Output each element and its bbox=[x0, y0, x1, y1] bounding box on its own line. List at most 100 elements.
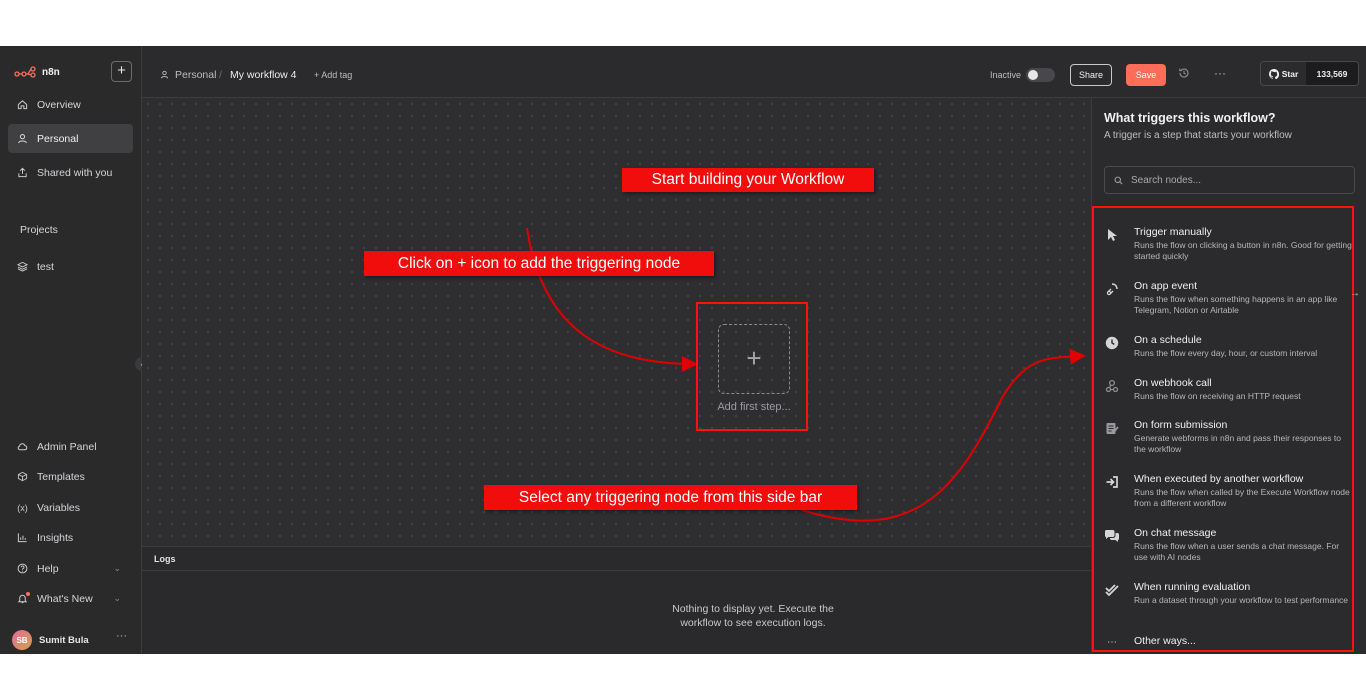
trigger-on-schedule[interactable]: On a schedule Runs the flow every day, h… bbox=[1104, 334, 1356, 364]
workflow-canvas[interactable]: + Add first step... Start building your … bbox=[142, 98, 1091, 586]
sidebar-item-insights[interactable]: Insights bbox=[8, 523, 133, 552]
trigger-title: When executed by another workflow bbox=[1134, 473, 1304, 485]
github-star-widget[interactable]: Star 133,569 bbox=[1260, 61, 1359, 86]
logs-title[interactable]: Logs bbox=[154, 554, 176, 564]
sidebar-item-shared-with-you[interactable]: Shared with you bbox=[8, 158, 133, 187]
user-icon bbox=[160, 70, 169, 81]
logs-divider bbox=[142, 570, 1091, 571]
trigger-other-ways[interactable]: ⋯ Other ways... bbox=[1104, 635, 1356, 651]
add-first-step-label: Add first step... bbox=[717, 401, 791, 413]
workflow-status-label: Inactive bbox=[990, 70, 1022, 80]
app-event-icon bbox=[1104, 282, 1120, 298]
chevron-down-icon: ⌄ bbox=[113, 593, 121, 603]
chart-icon bbox=[17, 532, 28, 543]
chevron-down-icon: ⌄ bbox=[113, 563, 121, 573]
add-tag-button[interactable]: + Add tag bbox=[314, 70, 352, 80]
trigger-executed-by-another-workflow[interactable]: When executed by another workflow Runs t… bbox=[1104, 473, 1356, 513]
sidebar-project-test[interactable]: test bbox=[8, 252, 133, 281]
sidebar-item-label: Overview bbox=[37, 98, 81, 111]
cloud-icon bbox=[17, 441, 28, 452]
clock-icon bbox=[1104, 336, 1120, 352]
search-icon bbox=[1114, 176, 1123, 184]
trigger-description: Runs the flow when something happens in … bbox=[1134, 294, 1338, 315]
trigger-title: On a schedule bbox=[1134, 334, 1202, 346]
share-button[interactable]: Share bbox=[1070, 64, 1112, 86]
check-double-icon bbox=[1104, 583, 1120, 599]
workflow-name[interactable]: My workflow 4 bbox=[230, 69, 297, 81]
sidebar-item-label: Insights bbox=[37, 531, 74, 544]
workflow-header: Personal / My workflow 4 + Add tag Inact… bbox=[142, 46, 1366, 98]
sidebar-item-label: test bbox=[37, 260, 54, 273]
sidebar-item-variables[interactable]: (x) Variables bbox=[8, 493, 133, 522]
trigger-title: Other ways... bbox=[1134, 635, 1196, 647]
sidebar-item-label: Templates bbox=[37, 470, 85, 483]
sidebar-item-label: Help bbox=[37, 562, 59, 575]
help-icon bbox=[17, 563, 28, 574]
trigger-description: Runs the flow every day, hour, or custom… bbox=[1134, 348, 1318, 358]
sidebar-item-label: What's New bbox=[37, 592, 93, 605]
logs-panel: Logs Nothing to display yet. Execute the… bbox=[142, 546, 1091, 654]
add-first-step-button[interactable]: + bbox=[718, 324, 790, 394]
github-icon bbox=[1268, 68, 1279, 79]
user-menu-more-icon[interactable]: ··· bbox=[116, 630, 127, 642]
sidebar-item-admin-panel[interactable]: Admin Panel bbox=[8, 432, 133, 461]
trigger-when-running-evaluation[interactable]: When running evaluation Run a dataset th… bbox=[1104, 581, 1356, 621]
trigger-on-form-submission[interactable]: On form submission Generate webforms in … bbox=[1104, 419, 1356, 459]
projects-heading: Projects bbox=[20, 224, 58, 236]
trigger-description: Runs the flow on clicking a button in n8… bbox=[1134, 240, 1352, 261]
trigger-description: Runs the flow when called by the Execute… bbox=[1134, 487, 1350, 508]
search-nodes-input[interactable]: Search nodes... bbox=[1104, 166, 1355, 194]
chat-icon bbox=[1104, 529, 1120, 545]
sidebar-item-overview[interactable]: Overview bbox=[8, 90, 133, 119]
callout-start-building: Start building your Workflow bbox=[622, 168, 874, 192]
notification-dot bbox=[26, 592, 30, 596]
form-icon bbox=[1104, 421, 1120, 437]
n8n-logo[interactable]: n8n bbox=[14, 66, 60, 78]
active-toggle[interactable] bbox=[1026, 68, 1055, 82]
n8n-logo-icon bbox=[14, 66, 36, 78]
trigger-title: On webhook call bbox=[1134, 377, 1212, 389]
layers-icon bbox=[17, 261, 28, 272]
trigger-manually[interactable]: Trigger manually Runs the flow on clicki… bbox=[1104, 226, 1356, 266]
breadcrumb-project-label: Personal bbox=[175, 69, 217, 81]
home-icon bbox=[17, 99, 28, 110]
annotation-arrows bbox=[526, 227, 1086, 522]
trigger-description: Runs the flow when a user sends a chat m… bbox=[1134, 541, 1340, 562]
history-icon[interactable] bbox=[1178, 67, 1190, 82]
arrow-right-icon: → bbox=[1350, 288, 1360, 299]
sidebar-item-help[interactable]: Help ⌄ bbox=[8, 554, 133, 583]
create-new-button[interactable]: + bbox=[111, 61, 132, 82]
sidebar-item-label: Admin Panel bbox=[37, 440, 97, 453]
trigger-description: Runs the flow on receiving an HTTP reque… bbox=[1134, 391, 1301, 401]
search-placeholder: Search nodes... bbox=[1131, 174, 1202, 186]
trigger-description: Generate webforms in n8n and pass their … bbox=[1134, 433, 1341, 454]
trigger-title: On app event bbox=[1134, 280, 1198, 292]
sidebar-item-templates[interactable]: Templates bbox=[8, 462, 133, 491]
variable-icon: (x) bbox=[17, 502, 28, 513]
save-button[interactable]: Save bbox=[1126, 64, 1166, 86]
more-ways-icon: ⋯ bbox=[1107, 637, 1117, 648]
sidebar: n8n + Overview Personal Shared with you … bbox=[0, 46, 149, 654]
github-star-button[interactable]: Star bbox=[1261, 62, 1306, 85]
more-options-icon[interactable]: ··· bbox=[1214, 66, 1226, 80]
cursor-icon bbox=[1104, 228, 1120, 244]
breadcrumb-project[interactable]: Personal bbox=[160, 69, 216, 81]
trigger-on-chat-message[interactable]: On chat message Runs the flow when a use… bbox=[1104, 527, 1356, 567]
callout-select-trigger: Select any triggering node from this sid… bbox=[484, 485, 857, 510]
trigger-title: Trigger manually bbox=[1134, 226, 1212, 238]
user-profile[interactable]: SB Sumit Bula bbox=[12, 630, 89, 650]
share-icon bbox=[17, 167, 28, 178]
trigger-on-webhook-call[interactable]: On webhook call Runs the flow on receivi… bbox=[1104, 377, 1356, 407]
box-icon bbox=[17, 471, 28, 482]
trigger-on-app-event[interactable]: On app event Runs the flow when somethin… bbox=[1104, 280, 1360, 320]
sidebar-item-personal[interactable]: Personal bbox=[8, 124, 133, 153]
arrow-to-add-step bbox=[526, 227, 698, 372]
sidebar-item-whats-new[interactable]: What's New ⌄ bbox=[8, 584, 133, 613]
panel-subtitle: A trigger is a step that starts your wor… bbox=[1104, 130, 1292, 141]
sidebar-item-label: Variables bbox=[37, 501, 80, 514]
panel-title: What triggers this workflow? bbox=[1104, 111, 1276, 125]
n8n-app-window: n8n + Overview Personal Shared with you … bbox=[0, 46, 1366, 654]
callout-click-plus: Click on + icon to add the triggering no… bbox=[364, 251, 714, 276]
trigger-description: Run a dataset through your workflow to t… bbox=[1134, 595, 1349, 605]
user-name: Sumit Bula bbox=[39, 634, 89, 646]
